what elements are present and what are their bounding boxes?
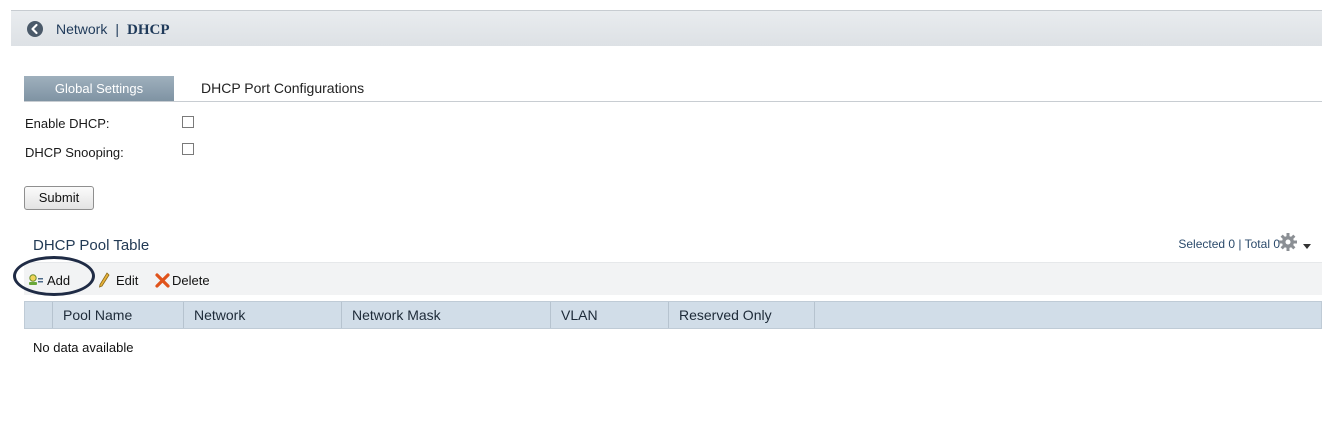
column-network[interactable]: Network <box>184 302 342 328</box>
dhcp-snooping-checkbox[interactable] <box>182 143 194 155</box>
column-vlan[interactable]: VLAN <box>551 302 669 328</box>
page-header: Network | DHCP <box>11 10 1322 46</box>
pencil-icon <box>98 272 110 288</box>
edit-label: Edit <box>116 272 139 288</box>
add-button[interactable]: Add <box>28 271 70 289</box>
chevron-down-icon[interactable] <box>1303 244 1311 249</box>
table-toolbar: Add Edit Delete <box>24 262 1322 295</box>
column-pool-name[interactable]: Pool Name <box>53 302 184 328</box>
delete-label: Delete <box>172 272 210 288</box>
page-title: DHCP <box>127 22 170 38</box>
add-label: Add <box>47 272 71 288</box>
column-reserved-only[interactable]: Reserved Only <box>669 302 815 328</box>
breadcrumb-section[interactable]: Network <box>56 21 107 37</box>
tab-global-settings[interactable]: Global Settings <box>24 76 174 101</box>
delete-button[interactable]: Delete <box>155 271 210 289</box>
selection-stats: Selected 0 | Total 0 <box>1178 237 1280 251</box>
tab-bar: Global Settings DHCP Port Configurations <box>24 76 1322 102</box>
submit-button[interactable]: Submit <box>24 186 94 210</box>
edit-button[interactable]: Edit <box>98 271 138 289</box>
empty-state-text: No data available <box>33 340 134 355</box>
gear-icon[interactable] <box>1278 232 1298 252</box>
dhcp-snooping-label: DHCP Snooping: <box>25 145 124 160</box>
delete-x-icon <box>155 273 170 288</box>
table-header: Pool Name Network Network Mask VLAN Rese… <box>24 301 1322 329</box>
back-icon[interactable] <box>27 21 43 37</box>
column-network-mask[interactable]: Network Mask <box>342 302 551 328</box>
add-icon <box>29 274 43 285</box>
chevron-left-icon <box>31 23 38 35</box>
enable-dhcp-label: Enable DHCP: <box>25 116 110 131</box>
enable-dhcp-checkbox[interactable] <box>182 116 194 128</box>
breadcrumb-separator: | <box>115 21 119 37</box>
select-all-column[interactable] <box>25 302 53 328</box>
tab-dhcp-port-configurations[interactable]: DHCP Port Configurations <box>201 76 364 101</box>
breadcrumb: Network | DHCP <box>56 21 170 39</box>
pool-table-title: DHCP Pool Table <box>33 237 150 254</box>
top-spacer <box>0 0 1322 10</box>
